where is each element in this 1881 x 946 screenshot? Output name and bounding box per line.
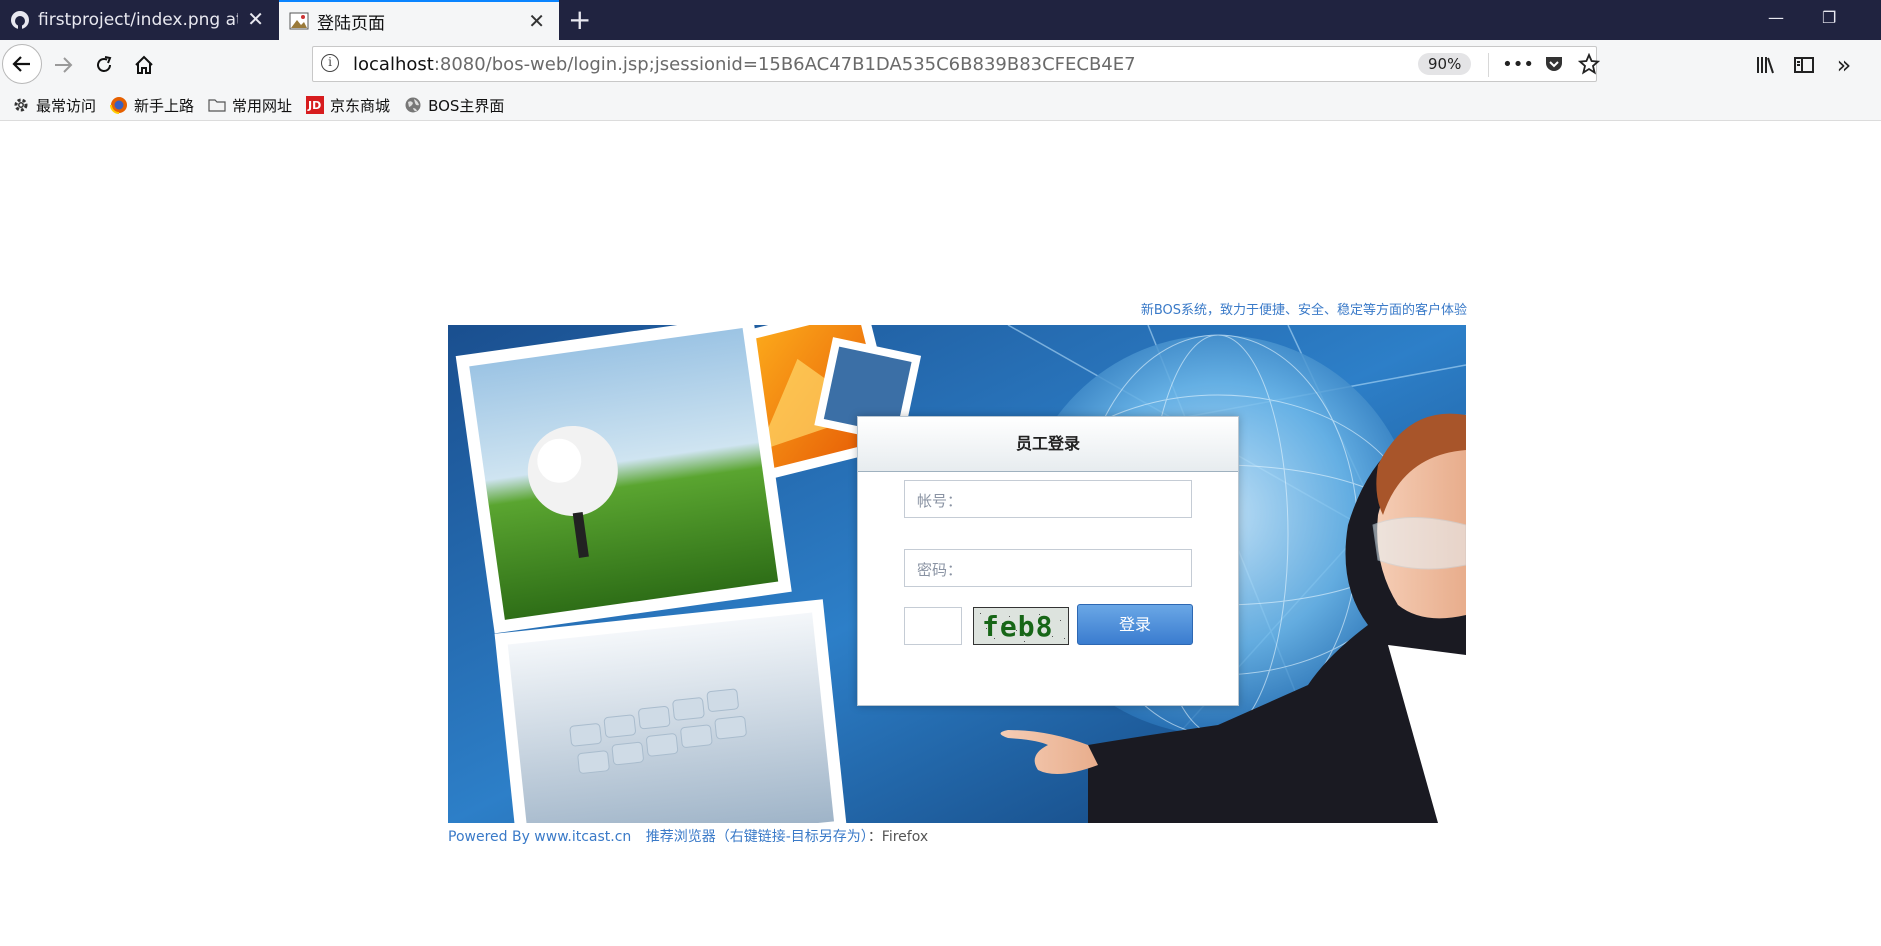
site-info-icon[interactable]: i <box>321 54 339 72</box>
tab-github[interactable]: firstproject/index.png at mas ✕ <box>0 0 278 40</box>
new-tab-button[interactable]: + <box>568 5 591 35</box>
bookmarks-bar: 最常访问 新手上路 常用网址 JD 京东商城 BOS主界面 <box>0 90 1881 121</box>
globe-icon <box>404 96 422 114</box>
username-field[interactable]: 帐号： <box>904 480 1192 518</box>
page-actions-icon[interactable]: ••• <box>1502 51 1534 77</box>
bookmark-bos-main[interactable]: BOS主界面 <box>404 95 504 116</box>
login-panel: 员工登录 帐号： 密码： feb8 登录 <box>857 416 1239 706</box>
password-input[interactable] <box>957 552 1191 586</box>
username-input[interactable] <box>957 483 1191 517</box>
bookmark-common-sites[interactable]: 常用网址 <box>208 95 292 116</box>
login-title: 员工登录 <box>858 417 1238 472</box>
page-image-icon <box>289 11 309 31</box>
home-icon <box>135 55 153 74</box>
svg-text:JD: JD <box>307 99 321 112</box>
firefox-icon <box>110 96 128 114</box>
back-button[interactable] <box>2 44 42 84</box>
tab-title: firstproject/index.png at mas <box>38 10 238 30</box>
reload-button[interactable] <box>91 52 117 78</box>
bookmark-getting-started[interactable]: 新手上路 <box>110 95 194 116</box>
tab-login[interactable]: 登陆页面 ✕ <box>279 0 559 40</box>
password-field[interactable]: 密码： <box>904 549 1192 587</box>
captcha-image[interactable]: feb8 <box>973 607 1069 645</box>
powered-by-link[interactable]: Powered By www.itcast.cn <box>448 829 631 845</box>
url-bar[interactable]: i localhost:8080/bos-web/login.jsp;jsess… <box>312 46 1600 82</box>
navigation-bar: i localhost:8080/bos-web/login.jsp;jsess… <box>0 40 1881 90</box>
overflow-menu-icon[interactable]: » <box>1831 51 1857 79</box>
system-tagline: 新BOS系统，致力于便捷、安全、稳定等方面的客户体验 <box>1140 303 1467 318</box>
tab-bar: firstproject/index.png at mas ✕ 登陆页面 ✕ +… <box>0 0 1881 40</box>
reload-icon <box>97 56 112 72</box>
arrow-left-icon <box>12 56 30 72</box>
captcha-text: feb8 <box>982 610 1054 643</box>
gear-icon <box>12 96 30 114</box>
bookmark-jd[interactable]: JD 京东商城 <box>306 95 390 116</box>
home-button[interactable] <box>131 52 157 78</box>
captcha-input[interactable] <box>904 607 962 645</box>
folder-icon <box>208 96 226 114</box>
zoom-level-badge[interactable]: 90% <box>1418 53 1472 75</box>
recommended-browser: ：Firefox <box>867 829 929 845</box>
username-label: 帐号： <box>917 492 963 510</box>
pocket-icon[interactable] <box>1542 52 1566 76</box>
bookmark-star-icon[interactable] <box>1577 51 1601 77</box>
login-button[interactable]: 登录 <box>1077 604 1193 645</box>
url-text[interactable]: localhost:8080/bos-web/login.jsp;jsessio… <box>353 54 1136 75</box>
close-tab-icon[interactable]: ✕ <box>528 11 545 31</box>
library-icon[interactable] <box>1752 52 1778 78</box>
password-label: 密码： <box>917 561 963 579</box>
recommend-browser-link[interactable]: 推荐浏览器（右键链接-目标另存为） <box>646 829 868 845</box>
github-icon <box>10 10 30 30</box>
jd-icon: JD <box>306 96 325 114</box>
tab-title: 登陆页面 <box>317 13 385 34</box>
url-separator <box>1488 53 1489 77</box>
restore-button[interactable]: ❐ <box>1822 8 1836 27</box>
sidebar-icon[interactable] <box>1791 52 1817 78</box>
minimize-button[interactable]: — <box>1768 8 1784 27</box>
page-footer: Powered By www.itcast.cn 推荐浏览器（右键链接-目标另存… <box>448 826 928 846</box>
forward-button[interactable] <box>50 52 76 78</box>
arrow-right-icon <box>55 57 73 73</box>
bookmark-most-visited[interactable]: 最常访问 <box>12 95 96 116</box>
close-tab-icon[interactable]: ✕ <box>247 9 264 29</box>
